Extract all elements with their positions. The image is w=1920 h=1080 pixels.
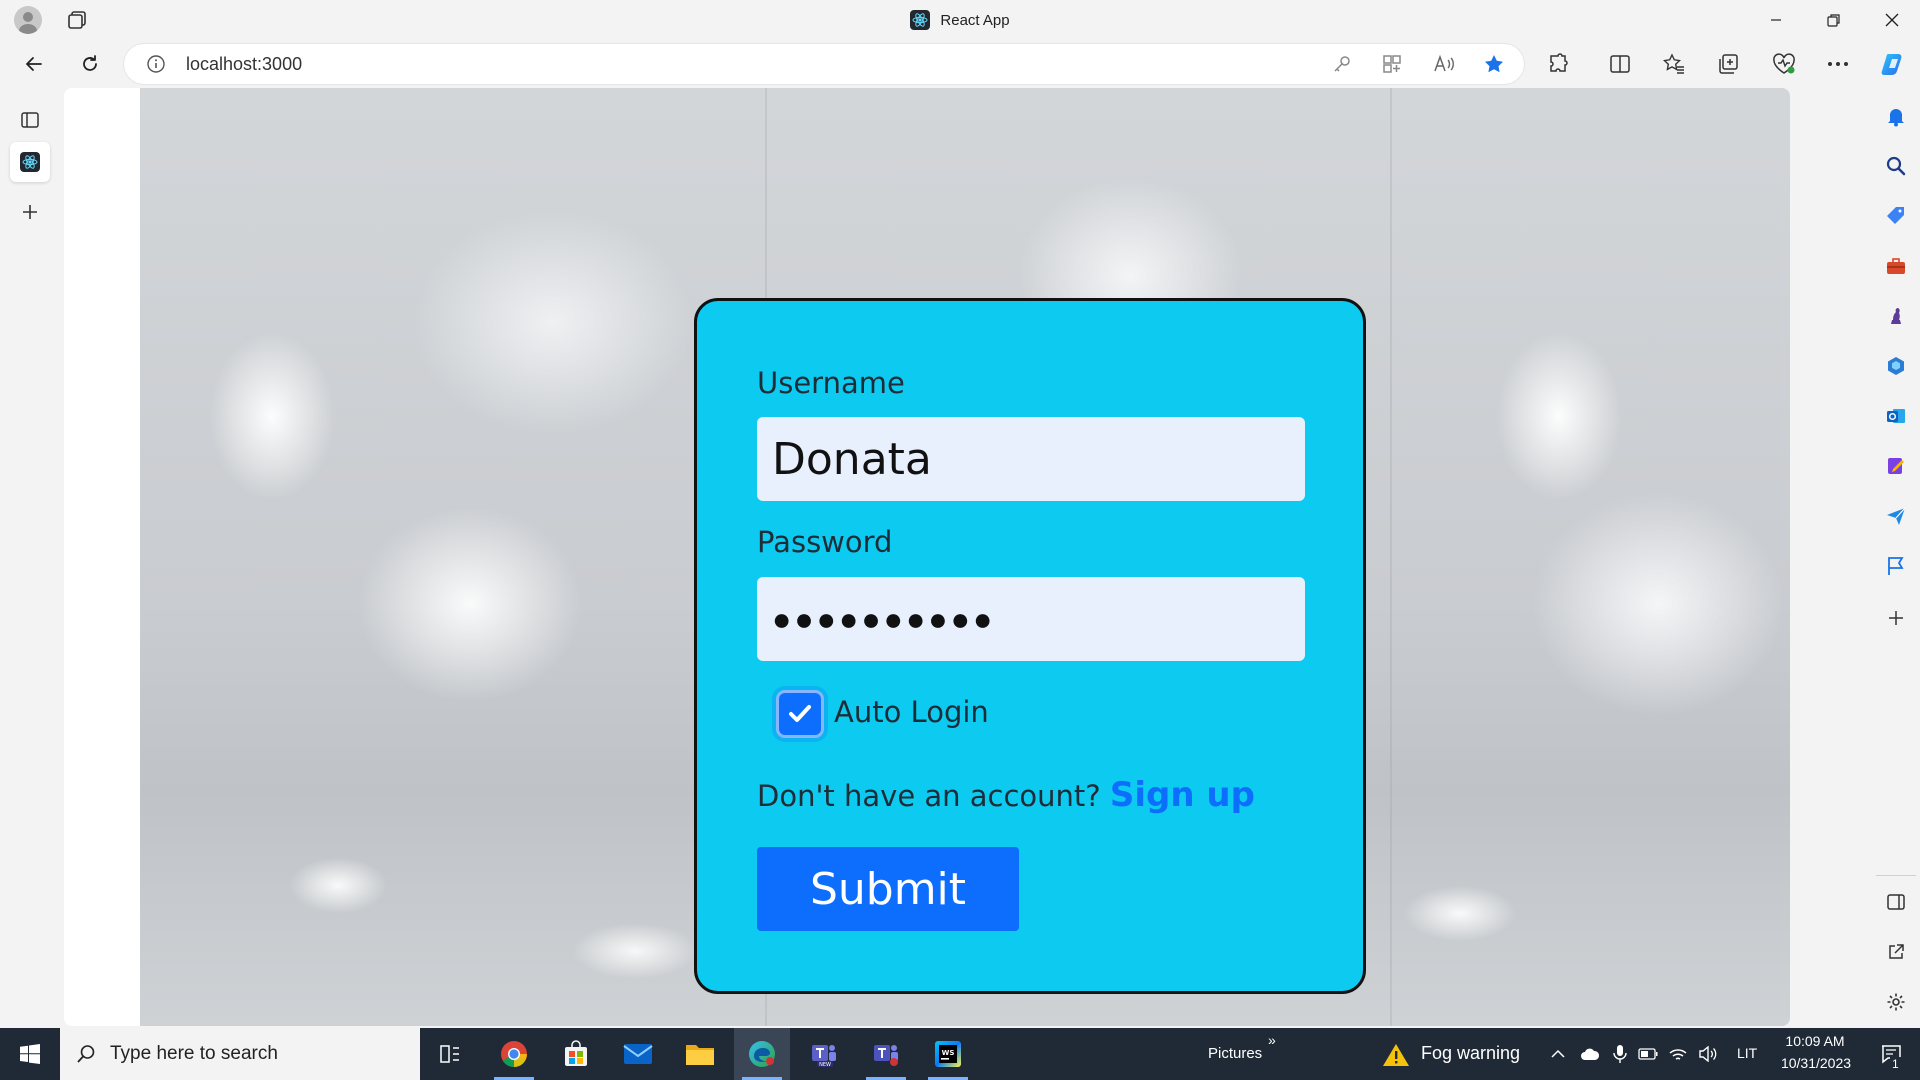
notifications-bell-icon[interactable]	[1884, 104, 1908, 128]
page-viewport: Username Donata Password ●●●●●●●●●● Auto…	[64, 88, 1790, 1026]
microsoft-store-icon[interactable]	[548, 1028, 604, 1080]
address-bar[interactable]: localhost:3000	[124, 44, 1524, 84]
app-available-icon[interactable]	[1380, 52, 1404, 76]
checkmark-icon	[789, 705, 811, 722]
password-input[interactable]: ●●●●●●●●●●	[757, 577, 1305, 661]
restore-button[interactable]	[1806, 0, 1862, 40]
collections-icon[interactable]	[1710, 46, 1746, 82]
file-explorer-icon[interactable]	[672, 1028, 728, 1080]
search-icon	[76, 1044, 96, 1064]
browser-essentials-icon[interactable]	[1766, 46, 1802, 82]
microsoft-365-icon[interactable]	[1884, 354, 1908, 378]
login-card: Username Donata Password ●●●●●●●●●● Auto…	[694, 298, 1366, 994]
send-paper-plane-icon[interactable]	[1884, 504, 1908, 528]
username-value: Donata	[772, 433, 932, 485]
password-label: Password	[757, 525, 893, 559]
edge-sidebar	[1872, 88, 1920, 1028]
signup-prompt: Don't have an account? Sign up	[757, 775, 1255, 815]
search-placeholder: Type here to search	[110, 1043, 278, 1064]
auto-login-checkbox[interactable]	[776, 690, 824, 738]
outlook-icon[interactable]	[1884, 404, 1908, 428]
language-indicator[interactable]: LIT	[1737, 1045, 1757, 1061]
username-input[interactable]: Donata	[757, 417, 1305, 501]
react-logo-icon	[910, 10, 931, 30]
tab-actions-icon[interactable]	[10, 100, 50, 140]
react-logo-icon	[20, 152, 40, 172]
volume-speaker-icon[interactable]	[1698, 1044, 1718, 1064]
extensions-icon[interactable]	[1540, 46, 1576, 82]
designer-icon[interactable]	[1884, 454, 1908, 478]
svg-text:WS: WS	[942, 1049, 955, 1057]
weather-label[interactable]: Fog warning	[1421, 1043, 1520, 1064]
split-screen-icon[interactable]	[1602, 46, 1638, 82]
notification-count-badge: 1	[1890, 1057, 1901, 1071]
expand-chevron-icon[interactable]: »	[1268, 1032, 1276, 1048]
signup-prompt-text: Don't have an account?	[757, 779, 1101, 813]
teams-new-app-icon[interactable]: NEW	[796, 1028, 852, 1080]
window-title-text: React App	[940, 11, 1010, 29]
more-options-icon[interactable]	[1820, 46, 1856, 82]
battery-icon[interactable]	[1638, 1044, 1658, 1064]
vertical-tabs-sidebar	[0, 88, 60, 1028]
pictures-folder-label[interactable]: Pictures	[1208, 1045, 1262, 1062]
taskbar-search-box[interactable]: Type here to search	[60, 1028, 420, 1080]
search-icon[interactable]	[1884, 154, 1908, 178]
mail-app-icon[interactable]	[610, 1028, 666, 1080]
windows-taskbar: Type here to search NEW WS Pictures » Fo…	[0, 1028, 1920, 1080]
clock-time[interactable]: 10:09 AM	[1780, 1033, 1850, 1049]
read-aloud-icon[interactable]	[1432, 52, 1456, 76]
background-tile-seam	[1390, 88, 1392, 1026]
refresh-button[interactable]	[72, 46, 108, 82]
signup-link[interactable]: Sign up	[1110, 775, 1255, 815]
tools-briefcase-icon[interactable]	[1884, 254, 1908, 278]
password-key-icon[interactable]	[1330, 52, 1354, 76]
wifi-icon[interactable]	[1668, 1044, 1688, 1064]
close-button[interactable]	[1864, 0, 1920, 40]
shopping-tag-icon[interactable]	[1884, 204, 1908, 228]
onedrive-cloud-icon[interactable]	[1580, 1044, 1600, 1064]
weather-warning-icon[interactable]	[1382, 1042, 1410, 1068]
minimize-button[interactable]	[1748, 0, 1804, 40]
games-chess-icon[interactable]	[1884, 304, 1908, 328]
show-hidden-icons-chevron-icon[interactable]	[1548, 1044, 1568, 1064]
tab-react-app[interactable]	[10, 142, 50, 182]
back-button[interactable]	[16, 46, 52, 82]
teams-app-icon[interactable]	[858, 1028, 914, 1080]
username-label: Username	[757, 366, 905, 400]
start-windows-icon[interactable]	[0, 1028, 60, 1080]
feedback-flag-icon[interactable]	[1884, 554, 1908, 578]
url-text[interactable]: localhost:3000	[186, 44, 302, 84]
microphone-icon[interactable]	[1610, 1044, 1630, 1064]
add-sidebar-app-plus-icon[interactable]	[1884, 606, 1908, 630]
task-view-icon[interactable]	[422, 1028, 478, 1080]
browser-toolbar: localhost:3000	[0, 40, 1920, 88]
hide-sidebar-icon[interactable]	[1884, 890, 1908, 914]
title-bar: React App	[0, 0, 1920, 40]
settings-gear-icon[interactable]	[1884, 990, 1908, 1014]
chrome-app-icon[interactable]	[486, 1028, 542, 1080]
webstorm-app-icon[interactable]: WS	[920, 1028, 976, 1080]
favorite-star-icon[interactable]	[1482, 52, 1506, 76]
svg-text:NEW: NEW	[819, 1062, 831, 1068]
copilot-icon[interactable]	[1876, 46, 1912, 82]
password-masked-value: ●●●●●●●●●●	[772, 600, 996, 637]
open-external-icon[interactable]	[1884, 940, 1908, 964]
window-title: React App	[0, 0, 1920, 40]
new-tab-plus-icon[interactable]	[10, 192, 50, 232]
clock-date[interactable]: 10/31/2023	[1774, 1055, 1858, 1071]
site-info-icon[interactable]	[146, 54, 166, 74]
auto-login-label[interactable]: Auto Login	[834, 695, 989, 729]
sidebar-divider	[1876, 875, 1916, 876]
submit-button[interactable]: Submit	[757, 847, 1019, 931]
edge-app-icon[interactable]	[734, 1028, 790, 1080]
favorites-icon[interactable]	[1656, 46, 1692, 82]
